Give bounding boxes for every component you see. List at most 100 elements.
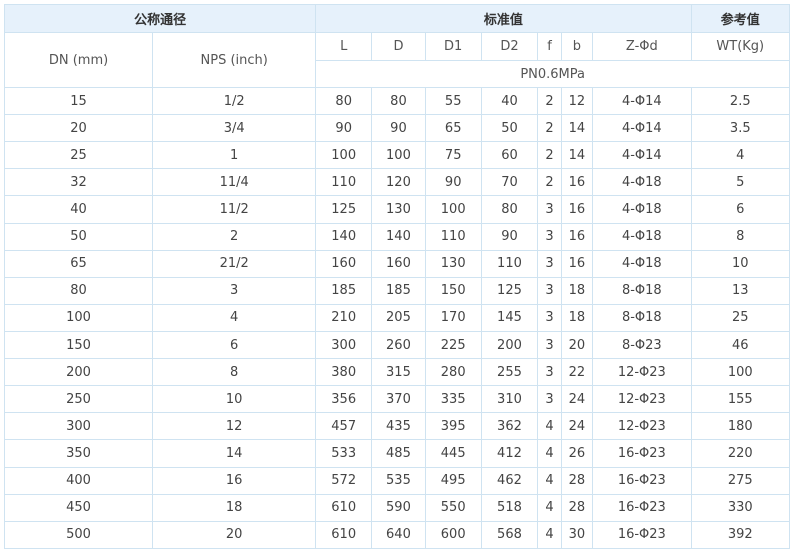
cell-wt: 100 <box>690 358 791 387</box>
cell-zd: 4-Φ18 <box>592 249 692 278</box>
cell-d: 205 <box>371 303 426 332</box>
cell-b: 14 <box>560 114 594 143</box>
cell-f: 3 <box>537 195 562 224</box>
cell-dn: 15 <box>3 86 154 116</box>
cell-nps: 3/4 <box>152 114 317 143</box>
cell-zd: 16-Φ23 <box>592 493 692 522</box>
cell-d2: 200 <box>480 330 539 360</box>
cell-nps: 21/2 <box>152 249 317 278</box>
cell-d2: 50 <box>480 114 539 143</box>
cell-wt: 2.5 <box>690 86 791 116</box>
cell-nps: 11/2 <box>152 195 317 224</box>
cell-d2: 412 <box>480 439 539 468</box>
cell-zd: 4-Φ14 <box>592 86 692 116</box>
cell-dn: 40 <box>3 195 154 224</box>
cell-d1: 170 <box>424 303 482 332</box>
cell-d1: 75 <box>424 141 482 170</box>
col-header-d1: D1 <box>424 32 482 61</box>
cell-l: 457 <box>315 412 373 441</box>
cell-d1: 55 <box>424 86 482 116</box>
cell-b: 30 <box>560 520 594 550</box>
cell-f: 2 <box>537 114 562 143</box>
table-row: 65 21/2 160 160 130 110 3 16 4-Φ18 10 <box>3 249 791 278</box>
cell-zd: 16-Φ23 <box>592 466 692 495</box>
cell-dn: 65 <box>3 249 154 278</box>
cell-nps: 4 <box>152 303 317 332</box>
cell-d2: 568 <box>480 520 539 550</box>
cell-d1: 110 <box>424 222 482 251</box>
cell-d: 485 <box>371 439 426 468</box>
cell-nps: 1/2 <box>152 86 317 116</box>
cell-d2: 90 <box>480 222 539 251</box>
cell-dn: 25 <box>3 141 154 170</box>
table-row: 100 4 210 205 170 145 3 18 8-Φ18 25 <box>3 303 791 332</box>
cell-l: 100 <box>315 141 373 170</box>
table-row: 20 3/4 90 90 65 50 2 14 4-Φ14 3.5 <box>3 114 791 143</box>
cell-d: 80 <box>371 86 426 116</box>
cell-d1: 395 <box>424 412 482 441</box>
cell-wt: 46 <box>690 330 791 360</box>
cell-d: 100 <box>371 141 426 170</box>
cell-d2: 60 <box>480 141 539 170</box>
cell-wt: 392 <box>690 520 791 550</box>
table-row: 350 14 533 485 445 412 4 26 16-Φ23 220 <box>3 439 791 468</box>
cell-d1: 100 <box>424 195 482 224</box>
cell-b: 26 <box>560 439 594 468</box>
cell-l: 610 <box>315 493 373 522</box>
cell-f: 3 <box>537 385 562 414</box>
cell-d2: 70 <box>480 168 539 197</box>
column-header-row: DN (mm) NPS (inch) L D D1 D2 f b Z-Φd WT… <box>3 32 791 88</box>
cell-d: 535 <box>371 466 426 495</box>
table-body: 15 1/2 80 80 55 40 2 12 4-Φ14 2.5 20 3/4 90 90 65 50 2 14… <box>3 86 791 550</box>
table-row: 80 3 185 185 150 125 3 18 8-Φ18 13 <box>3 276 791 305</box>
cell-l: 572 <box>315 466 373 495</box>
cell-wt: 3.5 <box>690 114 791 143</box>
cell-dn: 100 <box>3 303 154 332</box>
col-header-b: b <box>560 32 594 61</box>
cell-wt: 8 <box>690 222 791 251</box>
cell-zd: 12-Φ23 <box>592 412 692 441</box>
cell-nps: 10 <box>152 385 317 414</box>
cell-f: 4 <box>537 412 562 441</box>
cell-wt: 25 <box>690 303 791 332</box>
cell-f: 3 <box>537 303 562 332</box>
cell-d: 260 <box>371 330 426 360</box>
group-reference-header: 参考值 <box>690 4 791 33</box>
cell-b: 24 <box>560 412 594 441</box>
col-header-nps: NPS (inch) <box>152 32 317 88</box>
cell-dn: 200 <box>3 358 154 387</box>
cell-dn: 20 <box>3 114 154 143</box>
cell-b: 22 <box>560 358 594 387</box>
cell-zd: 12-Φ23 <box>592 358 692 387</box>
cell-d: 130 <box>371 195 426 224</box>
col-header-zd: Z-Φd <box>592 32 692 61</box>
cell-wt: 6 <box>690 195 791 224</box>
cell-b: 18 <box>560 303 594 332</box>
cell-d1: 495 <box>424 466 482 495</box>
cell-d2: 145 <box>480 303 539 332</box>
cell-l: 610 <box>315 520 373 550</box>
table-row: 15 1/2 80 80 55 40 2 12 4-Φ14 2.5 <box>3 86 791 116</box>
cell-wt: 4 <box>690 141 791 170</box>
cell-f: 4 <box>537 439 562 468</box>
cell-nps: 6 <box>152 330 317 360</box>
cell-b: 18 <box>560 276 594 305</box>
cell-zd: 4-Φ18 <box>592 168 692 197</box>
cell-zd: 16-Φ23 <box>592 439 692 468</box>
cell-dn: 80 <box>3 276 154 305</box>
cell-d: 640 <box>371 520 426 550</box>
cell-zd: 8-Φ23 <box>592 330 692 360</box>
table-row: 450 18 610 590 550 518 4 28 16-Φ23 330 <box>3 493 791 522</box>
cell-zd: 4-Φ14 <box>592 141 692 170</box>
cell-d: 370 <box>371 385 426 414</box>
cell-wt: 155 <box>690 385 791 414</box>
cell-wt: 275 <box>690 466 791 495</box>
cell-nps: 18 <box>152 493 317 522</box>
cell-f: 2 <box>537 86 562 116</box>
cell-zd: 8-Φ18 <box>592 303 692 332</box>
flange-spec-table: 公称通径 标准值 参考值 DN (mm) NPS (inch) L D D1 D… <box>3 4 791 550</box>
table-row: 250 10 356 370 335 310 3 24 12-Φ23 155 <box>3 385 791 414</box>
cell-b: 16 <box>560 195 594 224</box>
cell-dn: 32 <box>3 168 154 197</box>
cell-dn: 300 <box>3 412 154 441</box>
